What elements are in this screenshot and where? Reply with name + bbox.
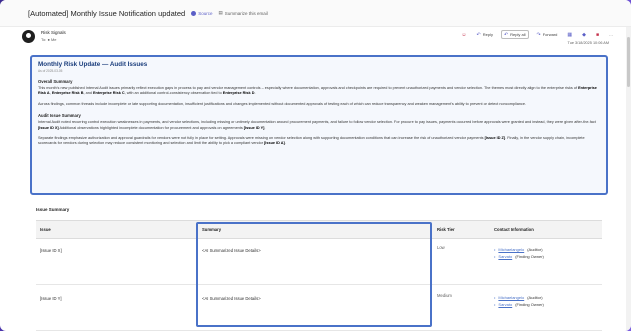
category-dot-icon	[191, 10, 197, 16]
risk-c: Enterprise Risk C	[92, 91, 125, 96]
delete-button[interactable]: ■	[594, 30, 601, 39]
summarize-button[interactable]: ▤ Summarize this email	[218, 10, 267, 16]
issue-z-ref: [Issue ID Z]	[484, 136, 506, 141]
overall-summary-paragraph-1: This month's new published Internal Audi…	[38, 86, 597, 96]
issue-cell: [Issue ID X]	[40, 248, 62, 253]
risk-tier-cell: Medium	[437, 293, 452, 298]
risk-d: Enterprise Risk D	[222, 91, 255, 96]
react-button[interactable]: ☺	[459, 30, 468, 39]
reply-all-button[interactable]: ↶ Reply all	[500, 30, 529, 39]
list-item: • Michaelangelo (Auditor)	[494, 247, 543, 252]
table-row: [Issue ID Y] <AI Summarized Issue Detail…	[36, 285, 602, 331]
list-item: • Sarvato (Finding Owner)	[494, 254, 544, 259]
category-chip[interactable]: Source	[191, 10, 213, 16]
forward-button[interactable]: ↷ Forward	[535, 30, 560, 39]
summary-cell: <AI Summarized Issue Details>	[202, 248, 261, 253]
forward-label: Forward	[542, 32, 558, 37]
contact-link[interactable]: Sarvato	[498, 254, 512, 259]
issue-cell: [Issue ID Y]	[40, 296, 62, 301]
sender-info: Risk Signals To: ● Me	[41, 30, 66, 42]
issue-y-ref: [Issue ID Y]	[243, 125, 265, 130]
scrollbar-thumb[interactable]	[627, 37, 630, 87]
more-button[interactable]: …	[607, 30, 615, 39]
update-title: Monthly Risk Update — Audit Issues	[38, 61, 148, 68]
message-actions: ☺ ↶ Reply ↶ Reply all ↷ Forward ▦ ◆ ■ …	[459, 30, 615, 39]
email-subject: [Automated] Monthly Issue Notification u…	[28, 8, 186, 18]
contact-list: • Michaelangelo (Auditor) • Sarvato (Finding…	[494, 295, 598, 307]
overall-summary-paragraph-2: Across findings, common threads include …	[38, 101, 526, 106]
issue-table: Issue Summary Risk Tier Contact Informat…	[36, 220, 602, 331]
contact-link[interactable]: Sarvato	[498, 302, 512, 307]
table-row: [Issue ID X] <AI Summarized Issue Detail…	[36, 239, 602, 285]
header-risk-tier: Risk Tier	[437, 227, 455, 232]
reply-label: Reply	[482, 32, 493, 37]
contact-link[interactable]: Michaelangelo	[498, 295, 524, 300]
reply-button[interactable]: ↶ Reply	[475, 30, 495, 39]
email-window: [Automated] Monthly Issue Notification u…	[0, 0, 631, 331]
recipient-line: To: ● Me	[41, 37, 57, 42]
avatar[interactable]	[22, 30, 35, 43]
risk-b: Enterprise Risk B	[51, 91, 84, 96]
header-contact: Contact Information	[494, 227, 534, 232]
summarize-label: Summarize this email	[224, 10, 268, 16]
apps-icon: ▦	[567, 31, 573, 38]
more-icon: …	[609, 32, 613, 37]
apps-button[interactable]: ▦	[565, 30, 574, 39]
issue-a-ref: [Issue ID A]	[264, 141, 285, 146]
risk-tier-cell: Low	[437, 245, 445, 250]
scrollbar[interactable]	[626, 27, 631, 331]
audit-summary-paragraph-1: Internal Audit noted recurring control e…	[38, 120, 596, 130]
table-header: Issue Summary Risk Tier Contact Informat…	[36, 221, 602, 239]
reply-icon: ↶	[476, 31, 481, 38]
category-chip-label: Source	[198, 10, 213, 16]
issue-summary-label: Issue Summary	[36, 207, 70, 212]
issue-x-ref: [Issue ID X]	[38, 125, 59, 130]
summarize-icon: ▤	[218, 10, 223, 15]
reply-all-label: Reply all	[510, 32, 526, 37]
sender-name[interactable]: Risk Signals	[41, 30, 66, 35]
list-item: • Sarvato (Finding Owner)	[494, 302, 544, 307]
contact-cell: • Michaelangelo (Auditor) • Sarvato (Finding…	[490, 239, 602, 284]
overall-summary-heading: Overall Summary	[38, 79, 73, 84]
delete-icon: ■	[595, 31, 599, 38]
subject-bar: [Automated] Monthly Issue Notification u…	[0, 0, 631, 27]
email-date: Tue 3/18/2025 10:06 AM	[567, 41, 609, 45]
emoji-icon: ☺	[461, 31, 467, 38]
header-summary: Summary	[202, 227, 222, 232]
audit-issue-heading: Audit Issue Summary	[38, 113, 81, 119]
sender-row: Risk Signals To: ● Me ☺ ↶ Reply ↶ Reply al…	[22, 30, 615, 48]
header-issue: Issue	[40, 227, 51, 232]
tag-button[interactable]: ◆	[580, 30, 588, 39]
update-date: As of 2025-03-05	[38, 69, 63, 73]
contact-list: • Michaelangelo (Auditor) • Sarvato (Finding…	[494, 247, 598, 259]
list-item: • Michaelangelo (Auditor)	[494, 295, 543, 300]
forward-icon: ↷	[536, 31, 541, 38]
summary-cell: <AI Summarized Issue Details>	[202, 296, 261, 301]
contact-cell: • Michaelangelo (Auditor) • Sarvato (Finding…	[490, 285, 602, 330]
reply-all-icon: ↶	[503, 31, 509, 38]
tag-icon: ◆	[582, 31, 586, 38]
monthly-update-box: Monthly Risk Update — Audit Issues As of…	[30, 55, 608, 195]
audit-summary-paragraph-2: Separate findings emphasize authorizatio…	[38, 136, 585, 146]
contact-link[interactable]: Michaelangelo	[498, 247, 524, 252]
